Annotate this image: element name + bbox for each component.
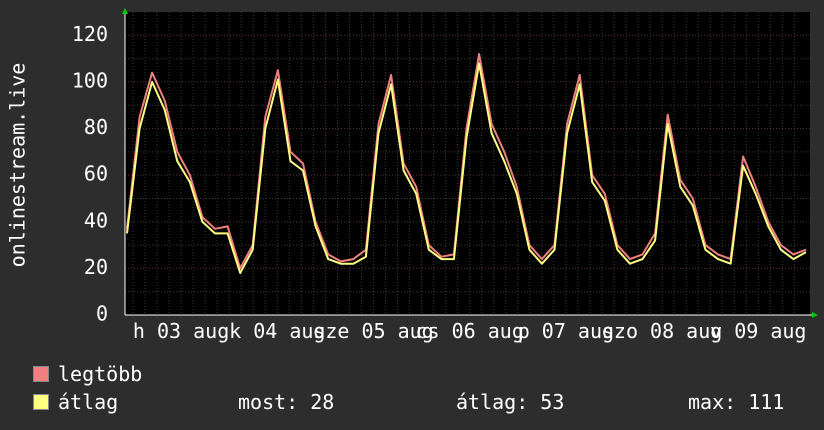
x-tick-label: cs 06 aug	[416, 319, 524, 343]
y-tick-label: 100	[72, 68, 108, 92]
stat-average: átlag: 53	[456, 390, 565, 414]
x-tick-label: h 03 aug	[133, 319, 229, 343]
x-tick-label: p 07 aug	[518, 319, 614, 343]
y-axis-arrow	[122, 8, 128, 14]
y-tick-label: 0	[96, 302, 108, 326]
y-tick-labels: 0 20 40 60 80 100 120	[72, 22, 108, 326]
x-tick-label: v 09 aug	[710, 319, 806, 343]
legend: legtöbb átlag most: 28 átlag: 53 max: 11…	[30, 360, 810, 420]
y-tick-label: 20	[84, 255, 108, 279]
legend-label-max: legtöbb	[58, 362, 143, 386]
x-axis-arrow	[812, 312, 818, 318]
legend-swatch-avg	[33, 394, 49, 410]
legend-swatch-max	[33, 366, 49, 382]
y-tick-label: 60	[84, 162, 108, 186]
y-tick-label: 40	[84, 208, 108, 232]
plot-area	[125, 12, 810, 315]
y-axis-label: onlinestream.live	[6, 63, 30, 268]
x-tick-labels: h 03 aug k 04 augsze 05 augcs 06 augp 07 …	[133, 319, 807, 343]
y-tick-label: 80	[84, 115, 108, 139]
legend-label-avg: átlag	[58, 390, 119, 414]
chart: 0 20 40 60 80 100 120 h 03 aug k 04 augsze 05 a…	[6, 8, 818, 343]
stat-now: most: 28	[238, 390, 335, 414]
x-tick-label: szo 08 aug	[602, 319, 722, 343]
x-tick-label: k 04 aug	[229, 319, 325, 343]
stat-max: max: 111	[688, 390, 785, 414]
y-tick-label: 120	[72, 22, 108, 46]
